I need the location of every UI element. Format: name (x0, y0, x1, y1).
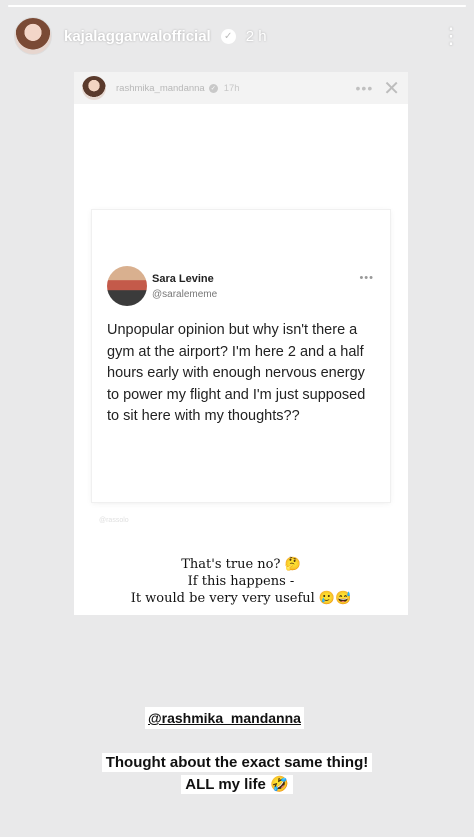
tweet-avatar (107, 266, 147, 306)
shared-story-header: rashmika_mandanna ✓ 17h ••• ✕ (74, 72, 408, 104)
shared-story-card: rashmika_mandanna ✓ 17h ••• ✕ Sara Levin… (74, 72, 408, 615)
shared-more-icon: ••• (355, 80, 374, 96)
tweet-more-icon: ••• (359, 272, 374, 284)
verified-badge-icon: ✓ (220, 28, 236, 44)
avatar[interactable] (14, 17, 52, 55)
caption-line-2: If this happens - (187, 574, 295, 589)
caption-line-1: That's true no? 🤔 (181, 557, 301, 572)
tweet-card: Sara Levine @saralememe ••• Unpopular op… (92, 210, 390, 502)
mention-sticker[interactable]: @rashmika_mandanna (145, 707, 304, 729)
shared-time: 17h (223, 82, 240, 94)
more-options-icon[interactable]: ⋮ (440, 25, 462, 47)
tweet-author-handle: @saralememe (152, 289, 218, 300)
shared-close-icon: ✕ (383, 77, 400, 100)
tweet-author-name: Sara Levine (152, 273, 214, 285)
story-text: Thought about the exact same thing! ALL … (0, 752, 474, 796)
shared-verified-icon: ✓ (208, 83, 218, 93)
story-progress-fill (8, 5, 466, 7)
story-username[interactable]: kajalaggarwalofficial (64, 28, 211, 45)
story-progress-bar (8, 5, 466, 7)
caption-line-3: It would be very very useful 🥲😅 (130, 591, 352, 606)
watermark: @rassolo (99, 517, 129, 524)
story-text-line-1: Thought about the exact same thing! (101, 753, 373, 772)
story-text-line-2: ALL my life 🤣 (181, 775, 293, 794)
shared-avatar (82, 76, 106, 100)
shared-caption: That's true no? 🤔 If this happens - It w… (74, 556, 408, 607)
tweet-text: Unpopular opinion but why isn't there a … (107, 322, 366, 424)
story-time: 2 h (245, 27, 267, 45)
shared-username: rashmika_mandanna (116, 82, 205, 94)
story-header: kajalaggarwalofficial ✓ 2 h ⋮ (14, 14, 462, 58)
